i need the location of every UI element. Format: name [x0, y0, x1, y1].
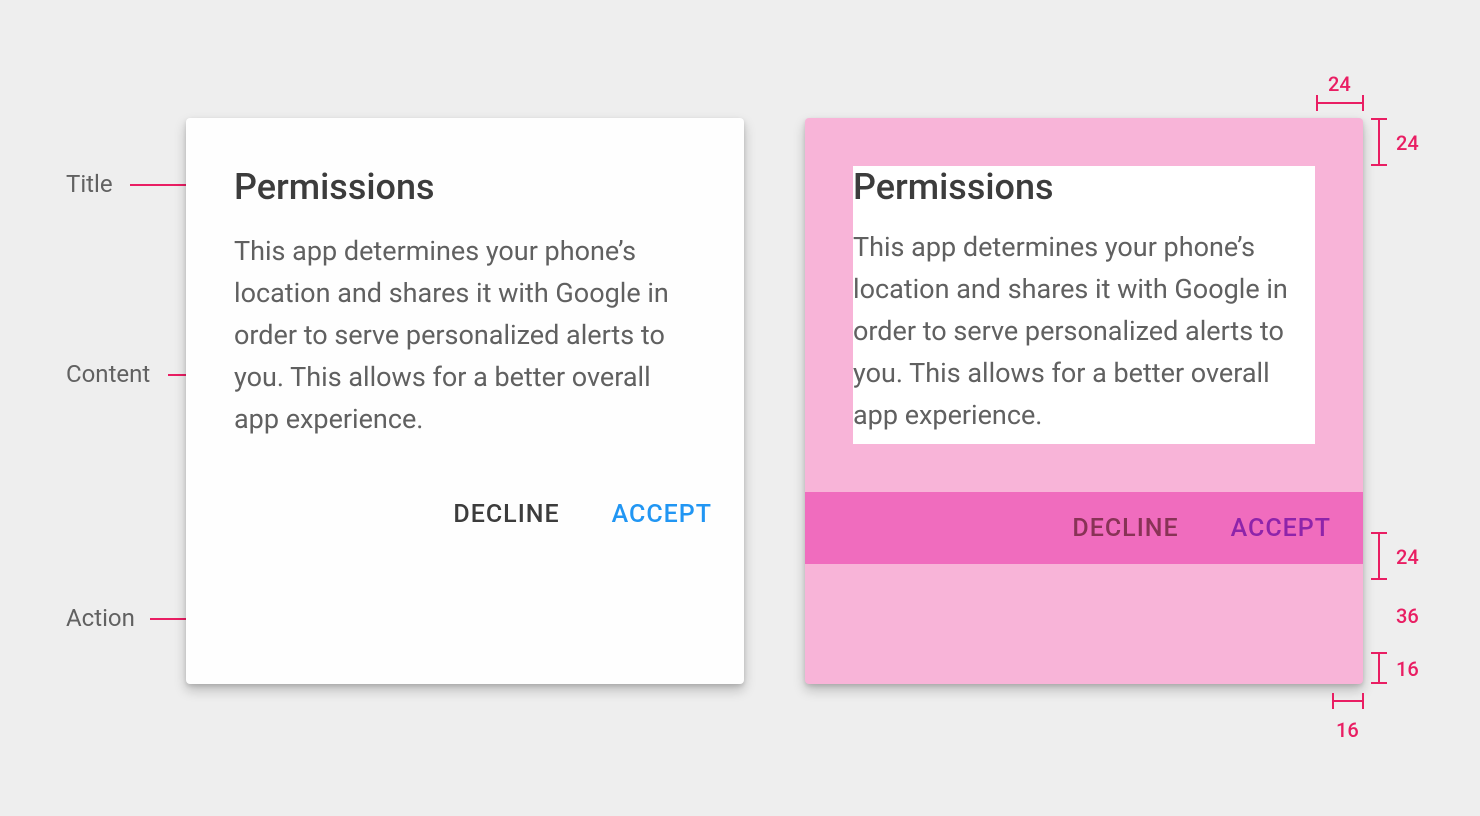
dialog-actions: DECLINE ACCEPT — [186, 478, 744, 550]
dialog-card-left: Permissions This app determines your pho… — [186, 118, 744, 684]
dialog-content: This app determines your phone’s locatio… — [186, 209, 744, 440]
spec-dialog-actions: DECLINE ACCEPT — [805, 492, 1363, 564]
spec-gap-16 — [805, 564, 1363, 596]
annotation-title-label: Title — [66, 170, 113, 198]
dialog-title: Permissions — [186, 118, 744, 209]
dialog-card-spec: Permissions This app determines your pho… — [805, 118, 1363, 684]
spec-accept-button[interactable]: ACCEPT — [1231, 514, 1331, 543]
measure-tick-bottom-16 — [1378, 652, 1380, 684]
spec-dialog-title: Permissions — [853, 166, 1315, 213]
decline-button[interactable]: DECLINE — [453, 500, 559, 529]
spec-decline-button[interactable]: DECLINE — [1072, 514, 1178, 543]
measure-tick-top-side — [1316, 102, 1364, 104]
measure-label-top-24: 24 — [1396, 131, 1419, 155]
measure-tick-action-side-16 — [1332, 700, 1364, 702]
annotation-action-label: Action — [66, 604, 135, 632]
measure-label-action-36: 36 — [1396, 604, 1419, 628]
spec-dialog-content: This app determines your phone’s locatio… — [853, 213, 1315, 444]
annotation-content-label: Content — [66, 360, 150, 388]
spec-content-area: Permissions This app determines your pho… — [853, 166, 1315, 444]
spec-gap-24 — [805, 444, 1363, 492]
measure-tick-gap-24 — [1378, 532, 1380, 580]
measure-tick-top-24 — [1378, 118, 1380, 166]
measure-label-action-side-16: 16 — [1336, 718, 1359, 742]
measure-label-gap-24: 24 — [1396, 545, 1419, 569]
measure-label-top-side: 24 — [1328, 72, 1351, 96]
accept-button[interactable]: ACCEPT — [612, 500, 712, 529]
measure-label-bottom-16: 16 — [1396, 657, 1419, 681]
